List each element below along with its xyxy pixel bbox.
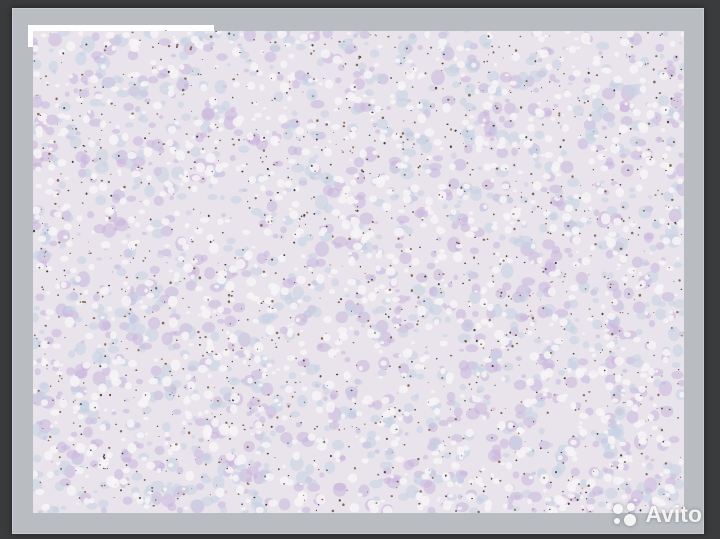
plaster-texture (33, 31, 684, 513)
avito-logo-icon (613, 503, 637, 526)
plaster-texture-panel (33, 31, 684, 513)
watermark-text: Avito (645, 500, 702, 527)
avito-watermark: Avito (610, 500, 702, 528)
